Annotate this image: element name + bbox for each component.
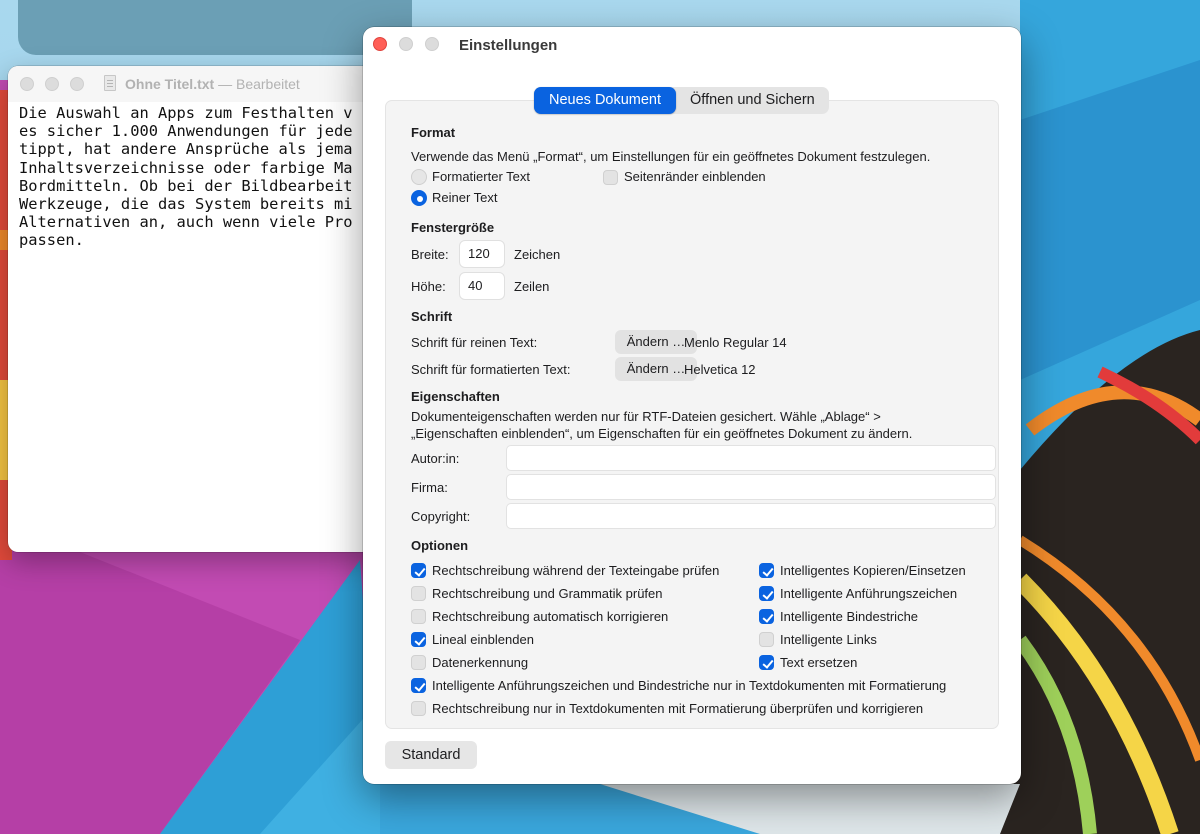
smart-copy-paste-checkbox[interactable] (759, 563, 774, 578)
show-ruler-checkbox[interactable] (411, 632, 426, 647)
smart-links-label[interactable]: Intelligente Links (780, 632, 877, 647)
settings-window-title: Einstellungen (459, 37, 558, 54)
show-ruler-label[interactable]: Lineal einblenden (432, 632, 534, 647)
properties-description-line2: „Eigenschaften einblenden“, um Eigenscha… (411, 426, 913, 441)
settings-zoom-button[interactable] (425, 37, 439, 51)
settings-panel: Format Verwende das Menü „Format“, um Ei… (385, 100, 999, 729)
rich-text-radio[interactable] (411, 169, 427, 185)
smart-dashes-label[interactable]: Intelligente Bindestriche (780, 609, 918, 624)
spellcheck-rich-only-label[interactable]: Rechtschreibung nur in Textdokumenten mi… (432, 701, 923, 716)
editor-text-area[interactable]: Die Auswahl an Apps zum Festhalten v es … (19, 104, 380, 250)
editor-close-button[interactable] (20, 77, 34, 91)
rich-text-label[interactable]: Formatierter Text (432, 169, 530, 184)
editor-zoom-button[interactable] (70, 77, 84, 91)
smart-dashes-checkbox[interactable] (759, 609, 774, 624)
autocorrect-spelling-label[interactable]: Rechtschreibung automatisch korrigieren (432, 609, 668, 624)
smart-quotes-rich-only-label[interactable]: Intelligente Anführungszeichen und Binde… (432, 678, 946, 693)
format-section-title: Format (411, 125, 456, 140)
editor-document-name: Ohne Titel.txt (125, 76, 215, 92)
restore-defaults-button[interactable]: Standard (385, 741, 477, 769)
height-field[interactable]: 40 (459, 272, 505, 300)
settings-minimize-button[interactable] (399, 37, 413, 51)
plain-font-label: Schrift für reinen Text: (411, 335, 538, 350)
text-replacement-checkbox[interactable] (759, 655, 774, 670)
settings-window: Einstellungen Format Verwende das Menü „… (363, 27, 1021, 784)
editor-line: Alternativen an, auch wenn viele Pro (19, 213, 353, 232)
tab-new-document[interactable]: Neues Dokument (534, 87, 677, 114)
editor-window-title: Ohne Titel.txt — Bearbeitet (125, 76, 300, 92)
document-icon (104, 75, 116, 91)
text-replacement-label[interactable]: Text ersetzen (780, 655, 857, 670)
editor-status: Bearbeitet (235, 76, 300, 92)
settings-tab-bar: Neues Dokument Öffnen und Sichern (534, 87, 829, 114)
editor-line: Werkzeuge, die das System bereits mi (19, 194, 353, 213)
copyright-field[interactable] (506, 503, 996, 529)
show-margins-checkbox[interactable] (603, 170, 618, 185)
settings-titlebar: Einstellungen (363, 27, 1021, 65)
smart-quotes-rich-only-checkbox[interactable] (411, 678, 426, 693)
editor-line: Bordmitteln. Ob bei der Bildbearbeit (19, 176, 353, 195)
editor-title-separator: — (218, 76, 233, 92)
smart-copy-paste-label[interactable]: Intelligentes Kopieren/Einsetzen (780, 563, 966, 578)
editor-line: Inhaltsverzeichnisse oder farbige Ma (19, 158, 353, 177)
plain-text-label[interactable]: Reiner Text (432, 190, 498, 205)
width-label: Breite: (411, 247, 449, 262)
author-label: Autor:in: (411, 451, 460, 466)
data-detectors-checkbox[interactable] (411, 655, 426, 670)
spellcheck-while-typing-label[interactable]: Rechtschreibung während der Texteingabe … (432, 563, 719, 578)
show-margins-label[interactable]: Seitenränder einblenden (624, 169, 766, 184)
rich-font-label: Schrift für formatierten Text: (411, 362, 571, 377)
company-field[interactable] (506, 474, 996, 500)
window-size-section-title: Fenstergröße (411, 220, 495, 235)
width-field[interactable]: 120 (459, 240, 505, 268)
editor-minimize-button[interactable] (45, 77, 59, 91)
settings-close-button[interactable] (373, 37, 387, 51)
editor-line: Die Auswahl an Apps zum Festhalten v (19, 104, 353, 122)
text-editor-window: Ohne Titel.txt — Bearbeitet Die Auswahl … (8, 66, 380, 552)
spelling-grammar-label[interactable]: Rechtschreibung und Grammatik prüfen (432, 586, 663, 601)
spelling-grammar-checkbox[interactable] (411, 586, 426, 601)
company-label: Firma: (411, 480, 448, 495)
width-unit: Zeichen (514, 247, 561, 262)
autocorrect-spelling-checkbox[interactable] (411, 609, 426, 624)
author-field[interactable] (506, 445, 996, 471)
spellcheck-rich-only-checkbox[interactable] (411, 701, 426, 716)
editor-titlebar: Ohne Titel.txt — Bearbeitet (8, 66, 380, 102)
data-detectors-label[interactable]: Datenerkennung (432, 655, 528, 670)
tab-open-and-save[interactable]: Öffnen und Sichern (676, 87, 829, 114)
properties-section-title: Eigenschaften (411, 389, 500, 404)
height-label: Höhe: (411, 279, 446, 294)
spellcheck-while-typing-checkbox[interactable] (411, 563, 426, 578)
smart-quotes-checkbox[interactable] (759, 586, 774, 601)
plain-font-value: Menlo Regular 14 (684, 335, 787, 350)
rich-font-value: Helvetica 12 (684, 362, 756, 377)
options-section-title: Optionen (411, 538, 469, 553)
editor-line: tippt, hat andere Ansprüche als jema (19, 140, 353, 159)
copyright-label: Copyright: (411, 509, 471, 524)
editor-line: es sicher 1.000 Anwendungen für jede (19, 122, 353, 141)
smart-quotes-label[interactable]: Intelligente Anführungszeichen (780, 586, 957, 601)
properties-description-line1: Dokumenteigenschaften werden nur für RTF… (411, 409, 881, 424)
smart-links-checkbox[interactable] (759, 632, 774, 647)
height-unit: Zeilen (514, 279, 550, 294)
font-section-title: Schrift (411, 309, 453, 324)
plain-text-radio[interactable] (411, 190, 427, 206)
format-description: Verwende das Menü „Format“, um Einstellu… (411, 149, 931, 164)
editor-line: passen. (19, 231, 84, 250)
